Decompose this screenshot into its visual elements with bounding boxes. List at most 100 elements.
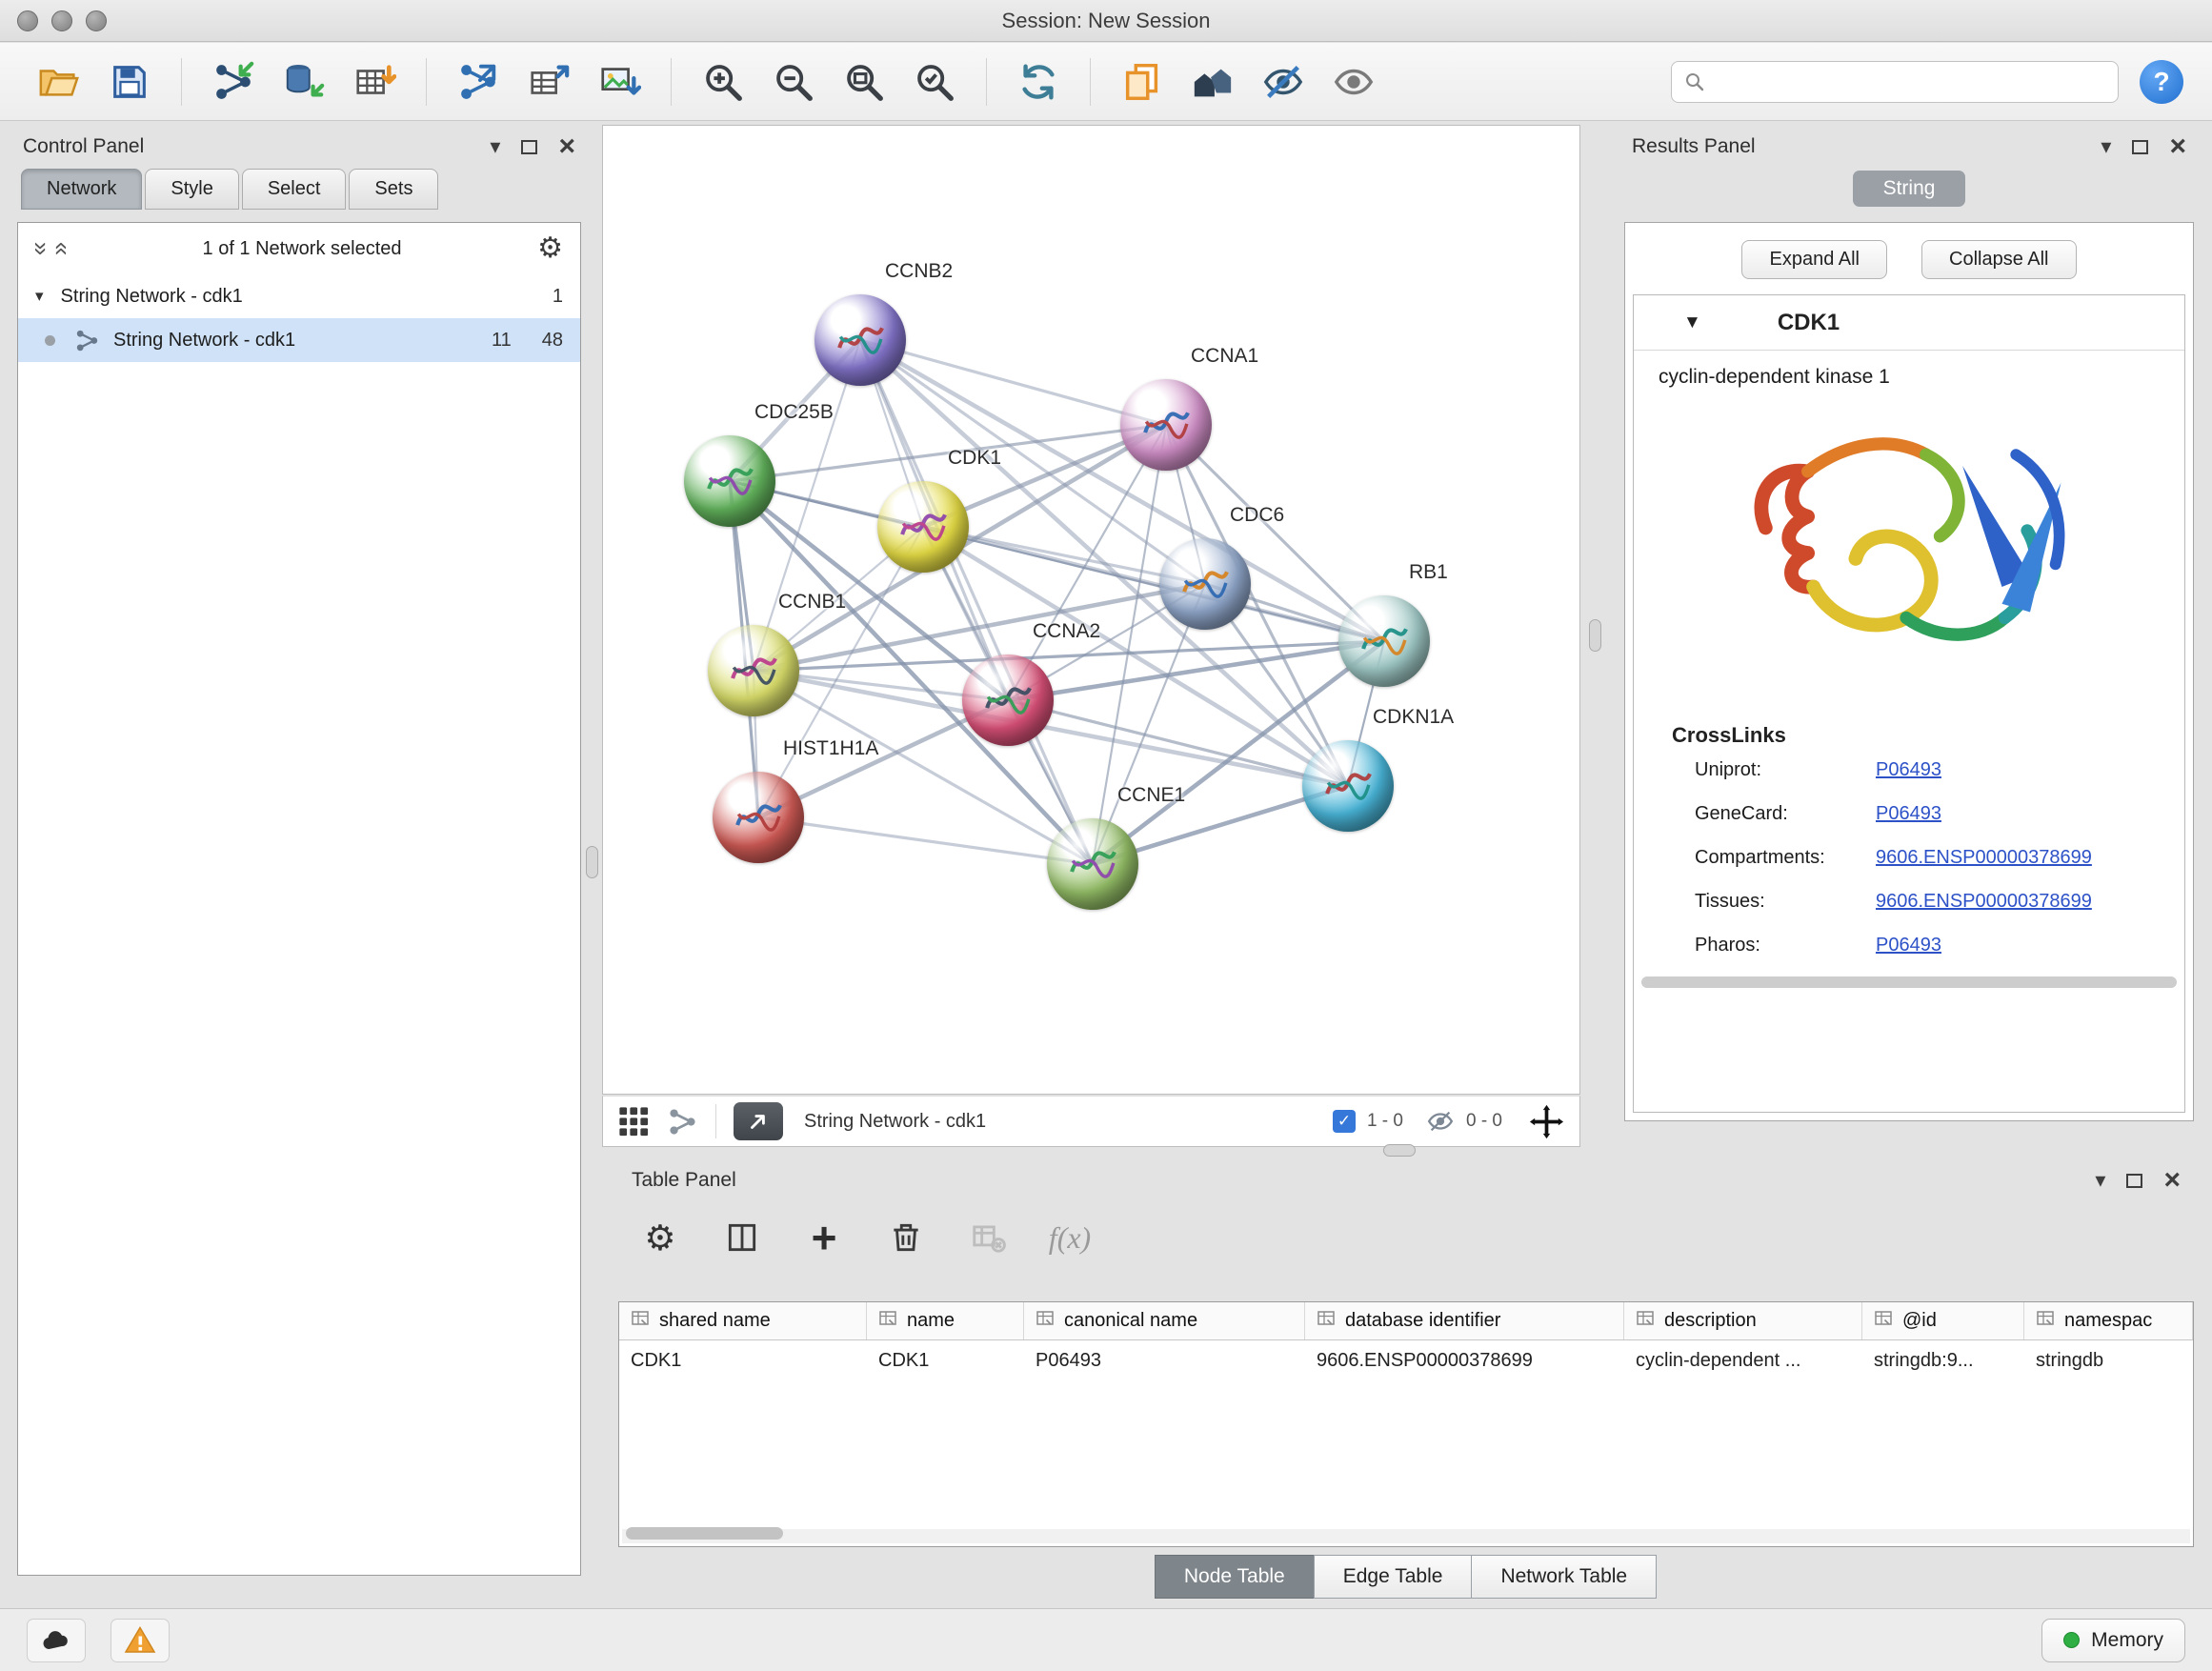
hidden-eye-icon[interactable] bbox=[1426, 1107, 1455, 1136]
column-header-database-identifier[interactable]: database identifier bbox=[1305, 1302, 1624, 1339]
hide-selected-icon[interactable] bbox=[1253, 53, 1314, 111]
bottom-splitter-handle[interactable] bbox=[1383, 1144, 1416, 1157]
show-all-icon[interactable] bbox=[1323, 53, 1384, 111]
panel-float-icon[interactable] bbox=[521, 140, 537, 154]
refresh-view-icon[interactable] bbox=[1008, 53, 1069, 111]
function-builder-icon[interactable]: f(x) bbox=[1049, 1217, 1091, 1258]
panel-float-icon[interactable] bbox=[2132, 140, 2148, 154]
export-table-icon[interactable] bbox=[518, 53, 579, 111]
crosslink-link[interactable]: 9606.ENSP00000378699 bbox=[1876, 847, 2092, 869]
crosslink-link[interactable]: P06493 bbox=[1876, 935, 1941, 956]
clone-network-icon[interactable] bbox=[1112, 53, 1173, 111]
hidden-counts: 0 - 0 bbox=[1466, 1111, 1502, 1132]
network-edge-hist1h1a-ccne1[interactable] bbox=[758, 817, 1093, 864]
zoom-fit-icon[interactable] bbox=[834, 53, 895, 111]
network-node-hist1h1a[interactable] bbox=[713, 772, 804, 863]
crosslink-link[interactable]: 9606.ENSP00000378699 bbox=[1876, 891, 2092, 913]
network-node-ccnb2[interactable] bbox=[814, 294, 906, 386]
network-node-ccna1[interactable] bbox=[1120, 379, 1212, 471]
grid-view-icon[interactable] bbox=[618, 1106, 650, 1137]
column-header--id[interactable]: @id bbox=[1862, 1302, 2024, 1339]
open-session-icon[interactable] bbox=[29, 53, 90, 111]
selected-checkbox-icon[interactable]: ✓ bbox=[1333, 1110, 1356, 1133]
pan-crosshair-icon[interactable] bbox=[1529, 1104, 1564, 1139]
network-node-rb1[interactable] bbox=[1338, 595, 1430, 687]
right-splitter-handle[interactable] bbox=[1589, 619, 1601, 652]
tab-style[interactable]: Style bbox=[145, 169, 238, 210]
zoom-selected-icon[interactable] bbox=[904, 53, 965, 111]
network-collection-row[interactable]: ▾ String Network - cdk1 1 bbox=[18, 274, 580, 318]
network-row[interactable]: String Network - cdk1 11 48 bbox=[18, 318, 580, 362]
crosslink-link[interactable]: P06493 bbox=[1876, 759, 1941, 781]
expand-all-networks-icon[interactable]: » bbox=[48, 242, 72, 255]
export-network-icon[interactable] bbox=[448, 53, 509, 111]
zoom-out-icon[interactable] bbox=[763, 53, 824, 111]
network-edge-ccnb2-ccnb1[interactable] bbox=[754, 340, 860, 671]
help-button[interactable]: ? bbox=[2140, 60, 2183, 104]
table-row[interactable]: CDK1CDK1P064939606.ENSP00000378699cyclin… bbox=[619, 1340, 2193, 1380]
network-options-gear-icon[interactable]: ⚙ bbox=[537, 234, 563, 263]
column-header-shared-name[interactable]: shared name bbox=[619, 1302, 867, 1339]
import-network-from-file-icon[interactable] bbox=[203, 53, 264, 111]
warnings-button[interactable] bbox=[111, 1619, 170, 1662]
memory-button[interactable]: Memory bbox=[2041, 1619, 2185, 1662]
panel-close-icon[interactable]: × bbox=[2169, 132, 2186, 161]
table-horizontal-scrollbar-track[interactable] bbox=[622, 1529, 2190, 1543]
tab-select[interactable]: Select bbox=[242, 169, 347, 210]
search-box[interactable] bbox=[1671, 61, 2119, 103]
first-neighbors-icon[interactable] bbox=[1182, 53, 1243, 111]
panel-menu-icon[interactable]: ▾ bbox=[2095, 1170, 2105, 1191]
table-options-gear-icon[interactable]: ⚙ bbox=[639, 1217, 681, 1258]
gene-section-header[interactable]: ▼ CDK1 bbox=[1634, 295, 2184, 351]
panel-close-icon[interactable]: × bbox=[558, 132, 575, 161]
network-node-cdkn1a[interactable] bbox=[1302, 740, 1394, 832]
results-scrollbar[interactable] bbox=[1641, 976, 2177, 988]
show-columns-icon[interactable] bbox=[721, 1217, 763, 1258]
panel-menu-icon[interactable]: ▾ bbox=[2101, 136, 2111, 157]
network-node-ccne1[interactable] bbox=[1047, 818, 1138, 910]
expand-all-button[interactable]: Expand All bbox=[1741, 240, 1887, 279]
table-horizontal-scrollbar-thumb[interactable] bbox=[626, 1527, 783, 1540]
tab-node-table[interactable]: Node Table bbox=[1155, 1555, 1315, 1599]
zoom-in-icon[interactable] bbox=[693, 53, 754, 111]
column-header-description[interactable]: description bbox=[1624, 1302, 1862, 1339]
search-input[interactable] bbox=[1714, 70, 2106, 93]
network-node-cdc25b[interactable] bbox=[684, 435, 775, 527]
network-node-cdc6[interactable] bbox=[1159, 538, 1251, 630]
column-header-name[interactable]: name bbox=[867, 1302, 1024, 1339]
import-table-icon[interactable] bbox=[344, 53, 405, 111]
column-header-canonical-name[interactable]: canonical name bbox=[1024, 1302, 1305, 1339]
section-collapse-icon[interactable]: ▼ bbox=[1683, 312, 1701, 333]
network-canvas[interactable]: CCNB2CCNA1CDC25BCDK1CDC6RB1CCNB1CCNA2CDK… bbox=[602, 125, 1580, 1095]
tab-network[interactable]: Network bbox=[21, 169, 142, 210]
crosslink-link[interactable]: P06493 bbox=[1876, 803, 1941, 825]
tab-network-table[interactable]: Network Table bbox=[1471, 1555, 1657, 1599]
open-network-in-view-button[interactable] bbox=[734, 1102, 783, 1140]
network-node-ccna2[interactable] bbox=[962, 654, 1054, 746]
network-edge-count: 48 bbox=[542, 330, 563, 352]
panel-menu-icon[interactable]: ▾ bbox=[490, 136, 500, 157]
tab-edge-table[interactable]: Edge Table bbox=[1314, 1555, 1473, 1599]
network-selection-bar: » » 1 of 1 Network selected ⚙ bbox=[18, 223, 580, 274]
export-image-icon[interactable] bbox=[589, 53, 650, 111]
left-splitter-handle[interactable] bbox=[586, 846, 598, 878]
tab-sets[interactable]: Sets bbox=[349, 169, 438, 210]
create-column-icon[interactable]: + bbox=[803, 1217, 845, 1258]
collection-expander-icon[interactable]: ▾ bbox=[35, 287, 44, 306]
status-bar: Memory bbox=[0, 1608, 2212, 1671]
column-header-namespac[interactable]: namespac bbox=[2024, 1302, 2193, 1339]
network-edge-ccnb2-ccne1[interactable] bbox=[860, 340, 1093, 864]
delete-column-icon[interactable] bbox=[885, 1217, 927, 1258]
delete-table-icon[interactable] bbox=[967, 1217, 1009, 1258]
network-node-cdk1[interactable] bbox=[877, 481, 969, 573]
collapse-all-button[interactable]: Collapse All bbox=[1921, 240, 2077, 279]
panel-float-icon[interactable] bbox=[2126, 1174, 2142, 1188]
tab-string[interactable]: String bbox=[1853, 171, 1966, 207]
save-session-icon[interactable] bbox=[99, 53, 160, 111]
panel-close-icon[interactable]: × bbox=[2163, 1166, 2181, 1195]
main-toolbar: ? bbox=[0, 43, 2212, 121]
cloud-button[interactable] bbox=[27, 1619, 86, 1662]
network-node-ccnb1[interactable] bbox=[708, 625, 799, 716]
network-overview-icon[interactable] bbox=[667, 1106, 698, 1137]
import-network-from-database-icon[interactable] bbox=[273, 53, 334, 111]
